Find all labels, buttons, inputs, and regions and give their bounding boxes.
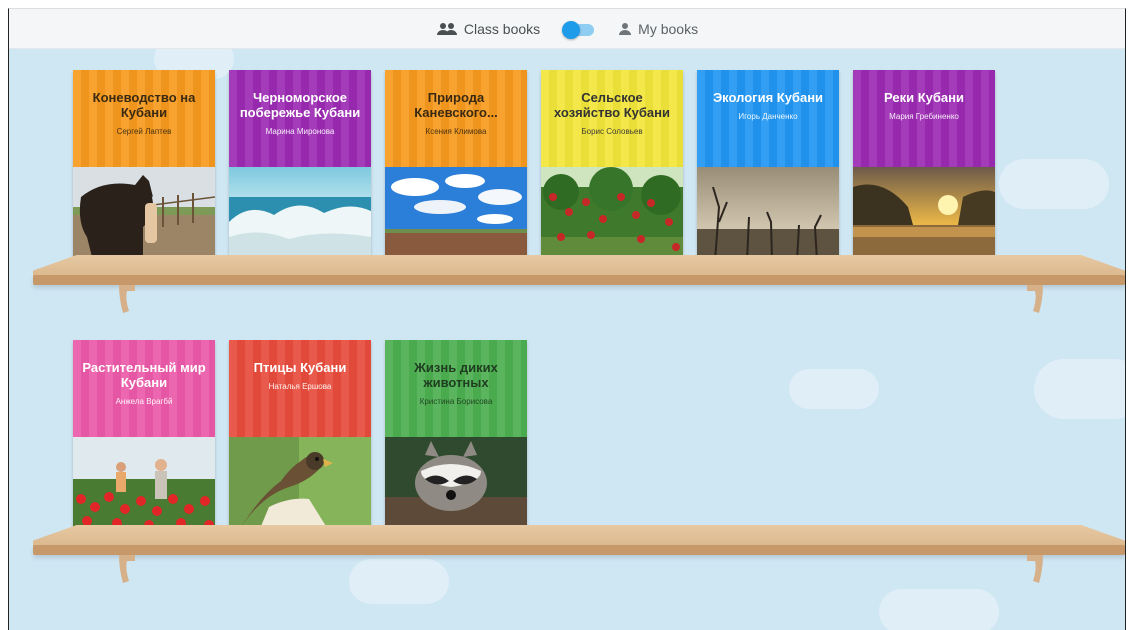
book-author: Анжела Врагбй: [115, 397, 173, 406]
book-title: Коневодство на Кубани: [92, 90, 196, 120]
my-books-option[interactable]: My books: [618, 21, 698, 37]
book-title: Экология Кубани: [712, 90, 824, 105]
book-title: Природа Каневского...: [414, 90, 498, 120]
bookshelf-screen: Class books My books Коневодство на Куба…: [8, 8, 1126, 630]
book-cover-photo-raccoon: [385, 437, 527, 531]
book-cover-photo-dead-trees: [697, 167, 839, 261]
book-author: Сергей Лаптев: [116, 127, 172, 136]
book-card[interactable]: Растительный мир Кубани Анжела Врагбй: [73, 340, 215, 531]
book-cover: Сельское хозяйство Кубани Борис Соловьев: [541, 70, 683, 167]
book-title: Растительный мир Кубани: [82, 360, 206, 390]
person-icon: [618, 22, 632, 36]
book-cover-photo-horse: [73, 167, 215, 261]
group-icon: [436, 22, 458, 36]
book-author: Борис Соловьев: [581, 127, 643, 136]
shelf-edge: [33, 275, 1125, 285]
cloud-decoration: [789, 369, 879, 409]
switch-knob: [562, 20, 581, 39]
book-card[interactable]: Природа Каневского... Ксения Климова: [385, 70, 527, 261]
shelf-edge: [33, 545, 1125, 555]
book-card[interactable]: Птицы Кубани Наталья Ершова: [229, 340, 371, 531]
book-cover: Экология Кубани Игорь Данченко: [697, 70, 839, 167]
book-cover: Растительный мир Кубани Анжела Врагбй: [73, 340, 215, 437]
book-title: Птицы Кубани: [253, 360, 347, 375]
shelf-bracket-left: [119, 555, 135, 583]
book-cover-photo-apples: [541, 167, 683, 261]
book-card[interactable]: Реки Кубани Мария Гребиненко: [853, 70, 995, 261]
book-author: Ксения Климова: [425, 127, 487, 136]
book-cover-photo-field: [385, 167, 527, 261]
book-author: Марина Миронова: [265, 127, 335, 136]
shelf-bracket-left: [119, 285, 135, 313]
shelf-board: [33, 255, 1125, 289]
book-author: Наталья Ершова: [268, 382, 332, 391]
books-toggle-switch[interactable]: [562, 20, 596, 39]
cloud-decoration: [999, 159, 1109, 209]
class-books-option[interactable]: Class books: [436, 21, 540, 37]
book-cover: Реки Кубани Мария Гребиненко: [853, 70, 995, 167]
book-card[interactable]: Черноморское побережье Кубани Марина Мир…: [229, 70, 371, 261]
book-title: Черноморское побережье Кубани: [239, 90, 361, 120]
book-cover: Черноморское побережье Кубани Марина Мир…: [229, 70, 371, 167]
book-card[interactable]: Жизнь диких животных Кристина Борисова: [385, 340, 527, 531]
my-books-label: My books: [638, 20, 699, 37]
book-cover: Жизнь диких животных Кристина Борисова: [385, 340, 527, 437]
book-title: Жизнь диких животных: [414, 360, 498, 390]
book-card[interactable]: Экология Кубани Игорь Данченко: [697, 70, 839, 261]
class-books-label: Class books: [463, 20, 541, 37]
book-cover-photo-tulips: [73, 437, 215, 531]
book-cover: Птицы Кубани Наталья Ершова: [229, 340, 371, 437]
book-cover: Коневодство на Кубани Сергей Лаптев: [73, 70, 215, 167]
shelf-bracket-right: [1027, 555, 1043, 583]
book-card[interactable]: Сельское хозяйство Кубани Борис Соловьев: [541, 70, 683, 261]
cloud-decoration: [879, 589, 999, 630]
book-title: Сельское хозяйство Кубани: [554, 90, 670, 120]
book-card[interactable]: Коневодство на Кубани Сергей Лаптев: [73, 70, 215, 261]
book-author: Мария Гребиненко: [889, 112, 959, 121]
book-cover: Природа Каневского... Ксения Климова: [385, 70, 527, 167]
book-cover-photo-sea: [229, 167, 371, 261]
book-author: Кристина Борисова: [419, 397, 493, 406]
cloud-decoration: [1034, 359, 1125, 419]
book-cover-photo-river: [853, 167, 995, 261]
cloud-decoration: [349, 559, 449, 604]
book-title: Реки Кубани: [884, 90, 964, 105]
book-cover-photo-falcon: [229, 437, 371, 531]
books-toggle-bar: Class books My books: [9, 9, 1125, 49]
book-author: Игорь Данченко: [738, 112, 798, 121]
shelf-board: [33, 525, 1125, 559]
shelf-bracket-right: [1027, 285, 1043, 313]
